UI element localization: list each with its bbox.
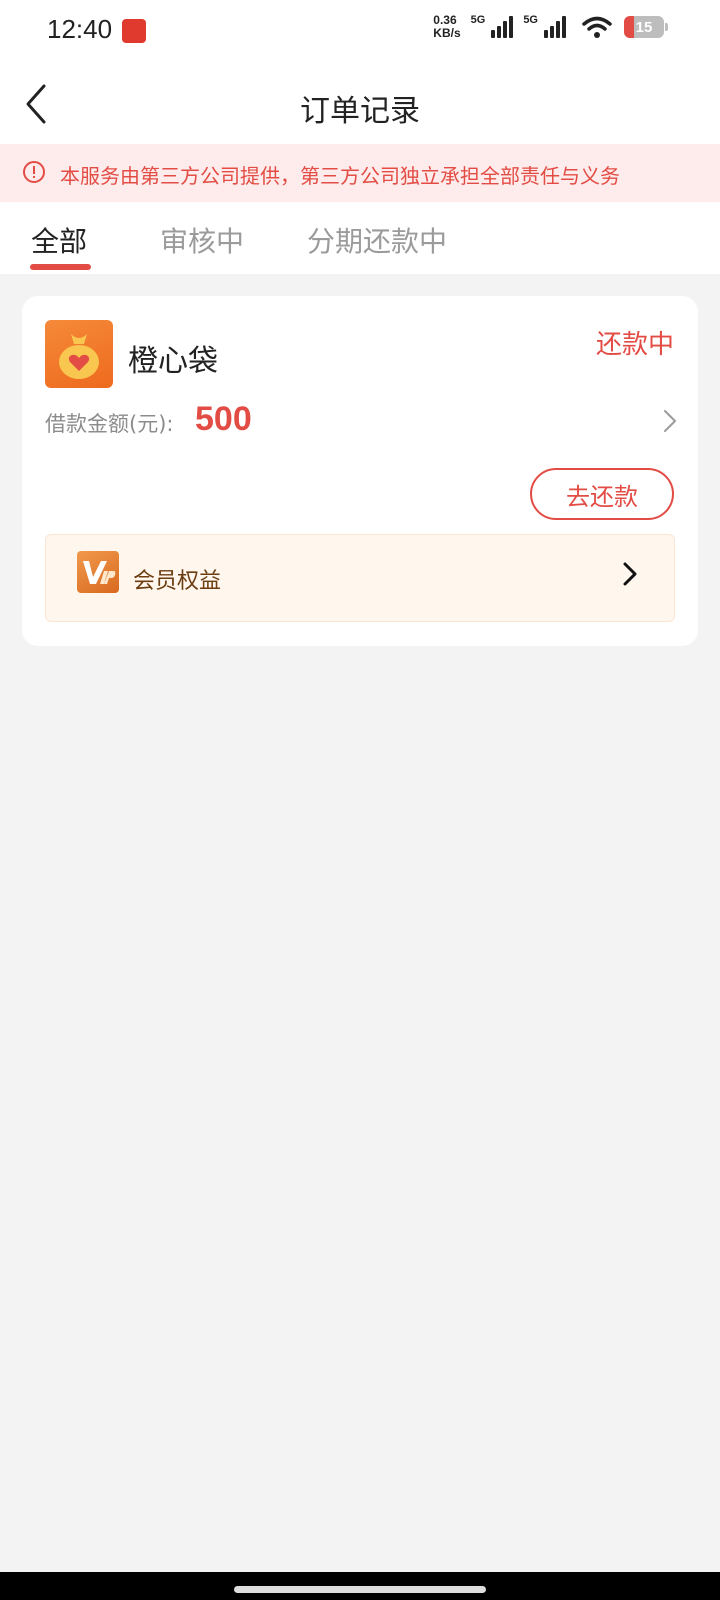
header: 订单记录 (0, 62, 720, 144)
tab-all[interactable]: 全部 (31, 220, 87, 260)
network-speed-unit: KB/s (433, 26, 461, 40)
order-card[interactable]: 橙心袋 还款中 借款金额(元): 500 去还款 会员权益 (22, 296, 698, 646)
battery-level: 15 (635, 18, 653, 36)
repay-button[interactable]: 去还款 (530, 468, 674, 520)
tab-under-review[interactable]: 审核中 (160, 220, 244, 260)
product-logo (45, 320, 113, 388)
third-party-notice: 本服务由第三方公司提供，第三方公司独立承担全部责任与义务 (0, 144, 720, 202)
alert-circle-icon (23, 161, 45, 183)
active-tab-indicator (30, 264, 91, 270)
battery-icon: 15 (624, 16, 668, 38)
order-tabs: 全部 审核中 分期还款中 (0, 202, 720, 274)
signal-1-label: 5G (470, 14, 486, 26)
status-time: 12:40 (47, 14, 113, 44)
loan-amount-label: 借款金额(元): (45, 412, 174, 436)
app-notification-icon (122, 19, 146, 43)
money-bag-heart-icon (59, 334, 99, 379)
order-status: 还款中 (595, 330, 674, 360)
product-name: 橙心袋 (128, 344, 218, 379)
notice-text: 本服务由第三方公司提供，第三方公司独立承担全部责任与义务 (60, 164, 620, 188)
chevron-right-icon[interactable] (662, 408, 678, 434)
signal-1-icon (491, 16, 514, 38)
signal-2-label: 5G (523, 14, 538, 26)
page-title: 订单记录 (300, 94, 420, 129)
signal-2-icon (544, 16, 566, 38)
order-records-screen: 12:40 0.36 KB/s 5G 5G 15 订单记录 本服务由第三方公司提… (0, 0, 720, 1600)
status-indicators: 0.36 KB/s 5G 5G 15 (433, 14, 668, 40)
vip-badge-icon (77, 551, 119, 593)
loan-amount-value: 500 (195, 400, 252, 438)
network-speed: 0.36 KB/s (433, 14, 460, 40)
system-navigation-bar (0, 1572, 720, 1600)
tab-installment-repaying[interactable]: 分期还款中 (307, 220, 447, 260)
status-bar: 12:40 0.36 KB/s 5G 5G 15 (0, 0, 720, 62)
chevron-right-icon (623, 562, 637, 586)
vip-benefits-row[interactable]: 会员权益 (45, 534, 675, 622)
wifi-icon (582, 16, 612, 38)
vip-benefits-label: 会员权益 (133, 569, 222, 594)
home-indicator[interactable] (234, 1586, 486, 1593)
